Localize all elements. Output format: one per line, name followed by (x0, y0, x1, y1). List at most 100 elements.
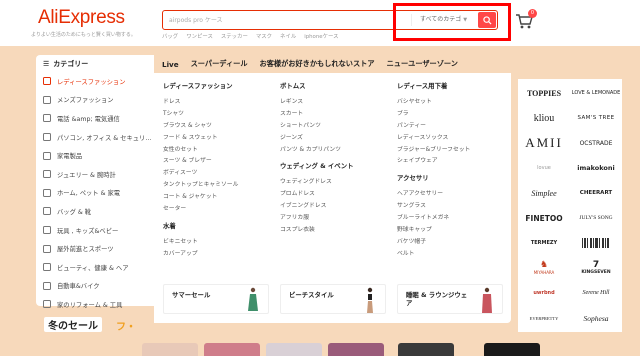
menu-link[interactable]: プロムドレス (280, 188, 390, 200)
sidebar-item-automotive[interactable]: 自動車&バイク (36, 277, 154, 296)
menu-link[interactable]: ボディスーツ (163, 167, 273, 179)
search-input[interactable] (169, 14, 389, 26)
product-thumbnail[interactable] (328, 343, 384, 356)
aliexpress-logo[interactable]: AliExpress (38, 7, 125, 29)
menu-link[interactable]: ブラウス & シャツ (163, 120, 273, 132)
menu-link[interactable]: コート & ジャケット (163, 191, 273, 203)
brand-logo[interactable]: JULY'S SONG (572, 206, 620, 230)
menu-link[interactable]: スカート (280, 108, 390, 120)
menu-link[interactable]: ヘアアクセサリー (397, 188, 507, 200)
menu-link[interactable]: バケツ帽子 (397, 236, 507, 248)
brand-logo[interactable]: Simplee (520, 181, 568, 205)
menu-link[interactable]: ブルーライトメガネ (397, 212, 507, 224)
product-thumbnail[interactable] (266, 343, 322, 356)
menu-link[interactable]: バシヤセット (397, 96, 507, 108)
sidebar-item-phones[interactable]: 電話 &amp; 電気通信 (36, 109, 154, 128)
brand-logo[interactable]: TOPPIES (520, 81, 568, 105)
quick-link[interactable]: ステッカー (221, 32, 248, 40)
section-title[interactable]: ボトムス (280, 81, 390, 90)
menu-link[interactable]: パンティー (397, 120, 507, 132)
model-figure-icon (367, 287, 373, 313)
sidebar-item-beauty[interactable]: ビューティ、健康 & ヘア (36, 258, 154, 277)
menu-link[interactable]: ショートパンツ (280, 120, 390, 132)
dress-icon (43, 77, 51, 86)
nav-super-deals[interactable]: スーパーディール (191, 59, 248, 69)
brand-logo[interactable]: EVERPRETTY (520, 306, 568, 330)
menu-link[interactable]: ウェディングドレス (280, 176, 390, 188)
sidebar-item-electronics[interactable]: 家電製品 (36, 146, 154, 165)
menu-link[interactable]: 野球キャップ (397, 224, 507, 236)
section-title[interactable]: レディースファッション (163, 81, 273, 90)
product-thumbnail[interactable] (204, 343, 260, 356)
brand-logo[interactable]: FINETOO (520, 206, 568, 230)
menu-link[interactable]: レディースソックス (397, 132, 507, 144)
menu-link[interactable]: サングラス (397, 200, 507, 212)
sidebar-item-tools[interactable]: 家のリフォーム & 工具 (36, 295, 154, 314)
brand-logo[interactable]: LOVE & LEMONADE (572, 81, 620, 105)
menu-link[interactable]: フード & スウェット (163, 132, 273, 144)
brand-logo[interactable]: Sophesa (572, 306, 620, 330)
brand-logo[interactable]: lovue (520, 156, 568, 180)
menu-link[interactable]: パンツ & カプリパンツ (280, 144, 390, 156)
promo-card-summer-sale[interactable]: サマーセール (163, 284, 269, 314)
sidebar-item-label: ホーム, ペット & 家電 (57, 190, 121, 198)
brand-logo[interactable]: kliou (520, 106, 568, 130)
section-title[interactable]: ウェディング & イベント (280, 161, 390, 170)
brand-logo[interactable]: TERMEZY (520, 231, 568, 255)
brand-logo-grid: TOPPIES LOVE & LEMONADE kliou SAM'S TREE… (518, 79, 622, 332)
sidebar-item-computers[interactable]: パソコン, オフィス & セキュリ... (36, 128, 154, 147)
quick-link[interactable]: マスク (256, 32, 272, 40)
menu-link[interactable]: アフリカ服 (280, 212, 390, 224)
menu-link[interactable]: レギンス (280, 96, 390, 108)
sidebar-item-bags[interactable]: バッグ & 靴 (36, 202, 154, 221)
brand-logo[interactable]: OCSTRADE (572, 131, 620, 155)
menu-link[interactable]: コスプレ衣装 (280, 224, 390, 236)
menu-link[interactable]: セーター (163, 203, 273, 215)
menu-link[interactable]: シェイプウェア (397, 155, 507, 167)
quick-link[interactable]: ワンピース (186, 32, 213, 40)
brand-logo[interactable]: SAM'S TREE (572, 106, 620, 130)
brand-logo[interactable]: 7 KINGSEVEN (572, 256, 620, 280)
nav-live[interactable]: Live (162, 60, 179, 69)
menu-link[interactable]: 女性のセット (163, 144, 273, 156)
brand-logo[interactable]: CHEERART (572, 181, 620, 205)
menu-link[interactable]: ドレス (163, 96, 273, 108)
section-title[interactable]: アクセサリ (397, 173, 507, 182)
section-title[interactable]: 水着 (163, 221, 273, 230)
menu-link[interactable]: ジーンズ (280, 132, 390, 144)
sidebar-item-sports[interactable]: 屋外前進とスポーツ (36, 239, 154, 258)
promo-card-beach-style[interactable]: ビーチスタイル (280, 284, 386, 314)
brand-logo-barcode[interactable] (572, 231, 620, 255)
menu-link[interactable]: スーツ & ブレザー (163, 155, 273, 167)
menu-link[interactable]: ビキニセット (163, 236, 273, 248)
sidebar-item-home[interactable]: ホーム, ペット & 家電 (36, 184, 154, 203)
quick-link[interactable]: iphoneケース (304, 32, 338, 40)
menu-link[interactable]: ベルト (397, 248, 507, 260)
shirt-icon (43, 95, 51, 104)
menu-link[interactable]: ブラジャー&ブリーフセット (397, 144, 507, 156)
brand-logo[interactable]: Serene Hill (572, 281, 620, 305)
product-thumbnail[interactable] (484, 343, 540, 356)
sidebar-item-toys[interactable]: 玩具 , キッズ&ベビー (36, 221, 154, 240)
menu-link[interactable]: タンクトップとキャミソール (163, 179, 273, 191)
sidebar-item-womens-fashion[interactable]: レディースファッション (36, 72, 154, 91)
menu-link[interactable]: イブニングドレス (280, 200, 390, 212)
nav-new-user-zone[interactable]: ニューユーザーゾーン (387, 59, 458, 69)
quick-link[interactable]: バッグ (162, 32, 178, 40)
brand-logo[interactable]: imakokoni (572, 156, 620, 180)
quick-link[interactable]: ネイル (280, 32, 296, 40)
section-title[interactable]: レディース用下着 (397, 81, 507, 90)
product-thumbnail[interactable] (142, 343, 198, 356)
promo-label: ビーチスタイル (289, 291, 334, 299)
brand-logo[interactable]: ♞ MIYAHARA (520, 256, 568, 280)
sidebar-item-jewelry[interactable]: ジュエリー & 腕時計 (36, 165, 154, 184)
menu-link[interactable]: ブラ (397, 108, 507, 120)
menu-link[interactable]: カバーアップ (163, 248, 273, 260)
brand-logo[interactable]: AMII (520, 131, 568, 155)
menu-link[interactable]: Tシャツ (163, 108, 273, 120)
brand-logo[interactable]: uwrbnd (520, 281, 568, 305)
product-thumbnail[interactable] (398, 343, 454, 356)
sidebar-item-mens-fashion[interactable]: メンズファッション (36, 91, 154, 110)
promo-card-sleepwear[interactable]: 睡眠 & ラウンジウェア (397, 284, 503, 314)
nav-recommended-stores[interactable]: お客様がお好きかもしれないストア (260, 59, 375, 69)
